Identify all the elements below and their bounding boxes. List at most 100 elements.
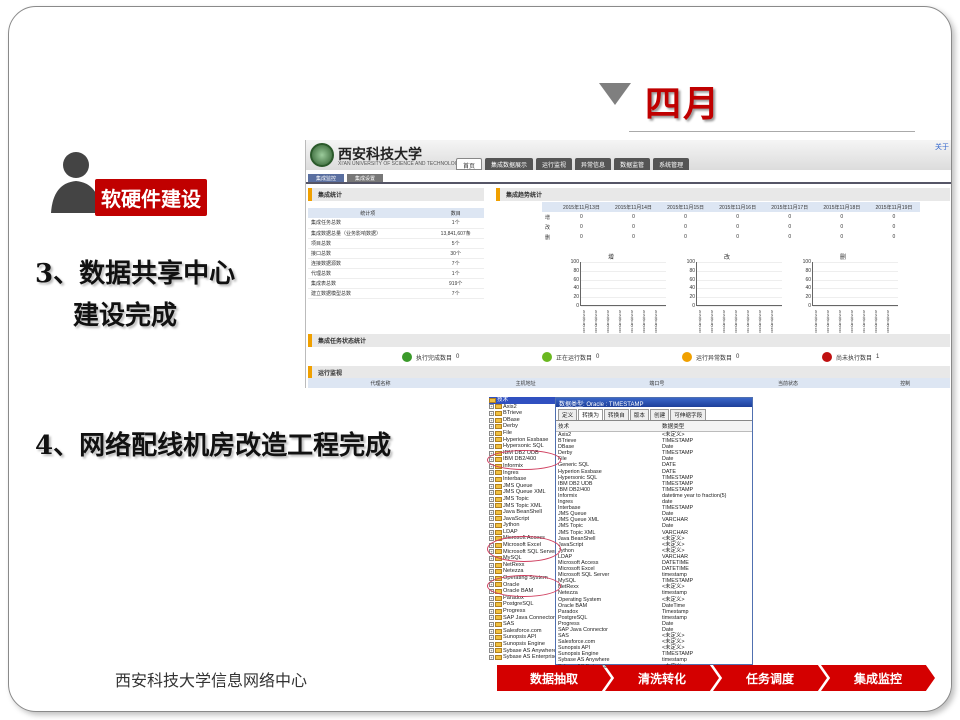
task-status-value: 0: [456, 354, 460, 360]
expand-icon[interactable]: +: [489, 430, 494, 436]
expand-icon[interactable]: +: [489, 648, 494, 654]
x-tick-label: 2015年11月17日: [746, 310, 750, 333]
tick-label: 80: [689, 267, 695, 274]
trend-section-title: 集成趋势统计: [496, 188, 950, 201]
expand-icon[interactable]: +: [489, 654, 494, 660]
expand-icon[interactable]: +: [489, 608, 494, 614]
expand-icon[interactable]: +: [489, 595, 494, 601]
folder-icon: [495, 509, 502, 515]
expand-icon[interactable]: +: [489, 523, 494, 529]
expand-icon[interactable]: +: [489, 569, 494, 575]
expand-icon[interactable]: +: [489, 635, 494, 641]
tick-label: 20: [689, 294, 695, 301]
col-technology: 技术: [558, 424, 570, 430]
expand-icon[interactable]: +: [489, 496, 494, 502]
dialog-tab[interactable]: 转换为: [578, 409, 603, 420]
nav-item[interactable]: 集成数据展示: [485, 158, 534, 170]
tab-integration-settings[interactable]: 集成设置: [347, 174, 384, 182]
trend-table: 2015年11月13日 2015年11月14日 2015年11月15日 2015年11…: [542, 202, 920, 242]
expand-icon[interactable]: +: [489, 437, 494, 443]
nav-item[interactable]: 系统管理: [653, 158, 690, 170]
about-link[interactable]: 关于: [935, 142, 949, 152]
nav-item[interactable]: 数据监管: [614, 158, 651, 170]
expand-icon[interactable]: +: [489, 615, 494, 621]
process-step: 清洗转化: [605, 665, 719, 691]
expand-icon[interactable]: +: [489, 562, 494, 568]
tick-label: 100: [570, 259, 579, 265]
expand-icon[interactable]: +: [489, 602, 494, 608]
nav-item[interactable]: 运行监视: [536, 158, 573, 170]
folder-icon: [495, 516, 502, 522]
tree-item-label: BTrieve: [503, 410, 523, 417]
expand-icon[interactable]: +: [489, 529, 494, 535]
trend-row-label: 删: [545, 234, 551, 241]
folder-icon: [495, 470, 502, 476]
tick-label: 0: [692, 303, 695, 309]
tree-item-label: Interbase: [503, 476, 527, 483]
x-tick-label: 2015年11月13日: [582, 310, 586, 333]
university-logo-icon: [310, 143, 334, 167]
folder-icon: [495, 483, 502, 489]
expand-icon[interactable]: +: [489, 417, 494, 423]
dialog-tab[interactable]: 可伸缩字段: [670, 409, 707, 420]
task-status-value: 1: [876, 354, 880, 360]
arrow-right-icon: [542, 352, 552, 362]
dialog-tab[interactable]: 版本: [629, 409, 649, 420]
nav-item[interactable]: 首页: [456, 158, 483, 170]
expand-icon[interactable]: +: [489, 404, 494, 410]
item3-line2: 建设完成: [73, 301, 178, 331]
monitor-table: 代理名称 主机地址 端口号 当前状态 控制: [308, 378, 950, 388]
expand-icon[interactable]: +: [489, 443, 494, 449]
triangle-down-icon: [599, 83, 631, 105]
dialog-tab[interactable]: 定义: [558, 409, 578, 420]
expand-icon[interactable]: +: [489, 509, 494, 515]
table-row: 增 0 0 0 0 0 0 0: [542, 212, 920, 222]
expand-icon[interactable]: +: [489, 503, 494, 509]
expand-icon[interactable]: +: [489, 476, 494, 482]
dialog-tab[interactable]: 创建: [650, 409, 670, 420]
expand-icon[interactable]: +: [489, 641, 494, 647]
tick-label: 60: [689, 276, 695, 283]
expand-icon[interactable]: +: [489, 556, 494, 562]
tree-item-label: NetRexx: [503, 561, 525, 568]
expand-icon[interactable]: +: [489, 628, 494, 634]
folder-icon: [495, 621, 502, 627]
no-entry-icon: [822, 352, 832, 362]
dialog-tab[interactable]: 转换自: [604, 409, 629, 420]
x-tick-label: 2015年11月16日: [618, 310, 622, 333]
folder-icon: [495, 615, 502, 621]
sub-tabs: 集成监控 集成设置: [306, 174, 951, 184]
expand-icon[interactable]: +: [489, 470, 494, 476]
tree-item-label: 技术: [497, 397, 509, 403]
expand-icon[interactable]: +: [489, 516, 494, 522]
gridline: [697, 306, 782, 307]
expand-icon[interactable]: +: [489, 621, 494, 627]
tree-item-label: File: [503, 429, 513, 436]
tree-item-label: SAP Java Connector: [503, 614, 555, 621]
expand-icon[interactable]: +: [489, 410, 494, 416]
trend-date: 2015年11月14日: [607, 202, 660, 212]
chart-title: 增: [608, 255, 615, 261]
tree-item-label: SAS: [503, 621, 515, 628]
folder-icon: [495, 595, 502, 601]
tree-item-label: Axis2: [503, 403, 517, 410]
monitor-header: 代理名称: [308, 378, 454, 388]
expand-icon[interactable]: +: [489, 490, 494, 496]
folder-icon: [495, 503, 502, 509]
trend-cell: 0: [632, 234, 635, 240]
x-tick-label: 2015年11月19日: [886, 310, 890, 333]
footer: 西安科技大学信息网络中心: [115, 671, 308, 690]
trend-cell: 0: [788, 224, 792, 230]
table-row: 集成表总数 919个: [308, 278, 484, 289]
gridline: [813, 270, 898, 272]
expand-icon[interactable]: +: [489, 483, 494, 489]
tab-integration-monitor[interactable]: 集成监控: [308, 174, 345, 182]
portal-screenshot: 西安科技大学 XI'AN UNIVERSITY OF SCIENCE AND T…: [305, 140, 951, 388]
nav-item[interactable]: 异常信息: [575, 158, 612, 170]
folder-icon: [489, 397, 496, 403]
stat-cell: 代理总数: [308, 268, 428, 279]
tree-item-label: JMS Queue XML: [503, 489, 546, 496]
trend-cell: 0: [892, 234, 896, 240]
x-tick-label: 2015年11月17日: [862, 310, 866, 333]
expand-icon[interactable]: +: [489, 424, 494, 430]
